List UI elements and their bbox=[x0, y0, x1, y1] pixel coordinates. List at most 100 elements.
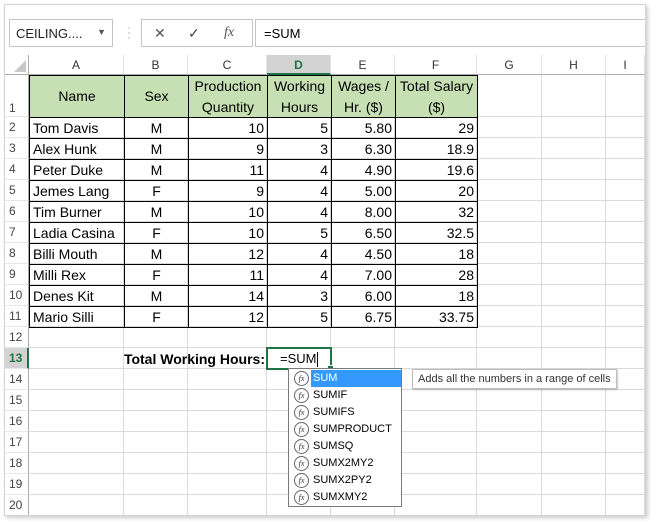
name-cell[interactable]: Jemes Lang bbox=[29, 180, 125, 202]
row-header-1[interactable]: 1 bbox=[5, 75, 29, 117]
autocomplete-list[interactable]: fx SUM fx SUMIF fx SUMIFS fx SUMPRODUCT fx SUMSQ f… bbox=[288, 368, 402, 507]
autocomplete-item-sumsq[interactable]: fx SUMSQ bbox=[290, 438, 400, 455]
grid-cell[interactable] bbox=[542, 411, 606, 432]
data-cell[interactable]: 11 bbox=[188, 264, 268, 286]
grid-cell[interactable] bbox=[606, 474, 645, 495]
grid-cell[interactable] bbox=[542, 138, 606, 159]
grid-cell[interactable] bbox=[477, 138, 542, 159]
grid-cell[interactable] bbox=[124, 495, 188, 515]
row-header-17[interactable]: 17 bbox=[5, 432, 29, 453]
grid-cell[interactable] bbox=[124, 411, 188, 432]
grid-cell[interactable] bbox=[606, 306, 645, 327]
data-cell[interactable]: M bbox=[124, 201, 189, 223]
formula-bar-input[interactable]: =SUM bbox=[255, 19, 645, 47]
column-header-d[interactable]: D bbox=[267, 55, 331, 75]
table-header-cell[interactable]: Wages / Hr. ($) bbox=[331, 75, 396, 118]
grid-cell[interactable] bbox=[124, 453, 188, 474]
grid-cell[interactable] bbox=[477, 201, 542, 222]
data-cell[interactable]: M bbox=[124, 117, 189, 139]
data-cell[interactable]: F bbox=[124, 306, 189, 328]
grid-cell[interactable] bbox=[29, 327, 124, 348]
name-cell[interactable]: Alex Hunk bbox=[29, 138, 125, 160]
row-header-10[interactable]: 10 bbox=[5, 285, 29, 306]
grid-cell[interactable] bbox=[29, 453, 124, 474]
grid-cell[interactable] bbox=[477, 285, 542, 306]
row-header-2[interactable]: 2 bbox=[5, 117, 29, 138]
grid-cell[interactable] bbox=[124, 327, 188, 348]
grid-cell[interactable] bbox=[188, 453, 267, 474]
grid-cell[interactable] bbox=[477, 390, 542, 411]
grid-cell[interactable] bbox=[542, 180, 606, 201]
data-cell[interactable]: 12 bbox=[188, 306, 268, 328]
data-cell[interactable]: 32.5 bbox=[395, 222, 478, 244]
data-cell[interactable]: 4 bbox=[267, 264, 332, 286]
data-cell[interactable]: F bbox=[124, 264, 189, 286]
grid-cell[interactable] bbox=[542, 348, 606, 369]
data-cell[interactable]: 4 bbox=[267, 243, 332, 265]
grid-cell[interactable] bbox=[606, 159, 645, 180]
data-cell[interactable]: 5 bbox=[267, 117, 332, 139]
row-header-4[interactable]: 4 bbox=[5, 159, 29, 180]
data-cell[interactable]: M bbox=[124, 138, 189, 160]
grid-cell[interactable] bbox=[542, 432, 606, 453]
grid-cell[interactable] bbox=[477, 159, 542, 180]
name-cell[interactable]: Denes Kit bbox=[29, 285, 125, 307]
grid-cell[interactable] bbox=[477, 117, 542, 138]
column-header-b[interactable]: B bbox=[124, 55, 188, 75]
table-header-cell[interactable]: Production Quantity bbox=[188, 75, 268, 118]
row-header-11[interactable]: 11 bbox=[5, 306, 29, 327]
enter-check-icon[interactable]: ✓ bbox=[188, 25, 200, 42]
insert-function-icon[interactable]: fx bbox=[224, 25, 234, 41]
grid-cell[interactable] bbox=[606, 495, 645, 515]
row-header-8[interactable]: 8 bbox=[5, 243, 29, 264]
grid-cell[interactable] bbox=[124, 369, 188, 390]
grid-cell[interactable] bbox=[606, 453, 645, 474]
data-cell[interactable]: 6.50 bbox=[331, 222, 396, 244]
grid-cell[interactable] bbox=[606, 348, 645, 369]
row-header-5[interactable]: 5 bbox=[5, 180, 29, 201]
name-box[interactable]: CEILING.... ▼ bbox=[9, 19, 113, 47]
column-header-e[interactable]: E bbox=[331, 55, 395, 75]
cancel-icon[interactable]: ✕ bbox=[154, 25, 166, 42]
data-cell[interactable]: 5.80 bbox=[331, 117, 396, 139]
grid-cell[interactable] bbox=[29, 495, 124, 515]
row-header-3[interactable]: 3 bbox=[5, 138, 29, 159]
grid-cell[interactable] bbox=[606, 411, 645, 432]
data-cell[interactable]: F bbox=[124, 180, 189, 202]
grid-cell[interactable] bbox=[606, 138, 645, 159]
data-cell[interactable]: M bbox=[124, 285, 189, 307]
grid-cell[interactable] bbox=[331, 327, 395, 348]
name-cell[interactable]: Milli Rex bbox=[29, 264, 125, 286]
data-cell[interactable]: 9 bbox=[188, 180, 268, 202]
row-header-15[interactable]: 15 bbox=[5, 390, 29, 411]
autocomplete-item-sumif[interactable]: fx SUMIF bbox=[290, 387, 400, 404]
grid-cell[interactable] bbox=[542, 159, 606, 180]
data-cell[interactable]: 18 bbox=[395, 243, 478, 265]
grid-cell[interactable] bbox=[188, 411, 267, 432]
data-cell[interactable]: 10 bbox=[188, 201, 268, 223]
grid-cell[interactable] bbox=[477, 432, 542, 453]
grid-cell[interactable] bbox=[477, 222, 542, 243]
grid-cell[interactable] bbox=[477, 243, 542, 264]
grid-cell[interactable] bbox=[542, 264, 606, 285]
autocomplete-item-sum[interactable]: fx SUM bbox=[290, 370, 401, 387]
name-cell[interactable]: Peter Duke bbox=[29, 159, 125, 181]
grid-cell[interactable] bbox=[477, 306, 542, 327]
autocomplete-item-sumifs[interactable]: fx SUMIFS bbox=[290, 404, 400, 421]
name-cell[interactable]: Tom Davis bbox=[29, 117, 125, 139]
grid-cell[interactable] bbox=[542, 285, 606, 306]
data-cell[interactable]: 6.75 bbox=[331, 306, 396, 328]
grid-cell[interactable] bbox=[29, 432, 124, 453]
data-cell[interactable]: 11 bbox=[188, 159, 268, 181]
grid-cell[interactable] bbox=[477, 474, 542, 495]
grid-cell[interactable] bbox=[606, 390, 645, 411]
autocomplete-item-sumproduct[interactable]: fx SUMPRODUCT bbox=[290, 421, 400, 438]
row-header-12[interactable]: 12 bbox=[5, 327, 29, 348]
grid-cell[interactable] bbox=[606, 222, 645, 243]
column-header-h[interactable]: H bbox=[542, 55, 606, 75]
row-header-18[interactable]: 18 bbox=[5, 453, 29, 474]
data-cell[interactable]: 10 bbox=[188, 222, 268, 244]
column-header-g[interactable]: G bbox=[477, 55, 542, 75]
grid-cell[interactable] bbox=[477, 348, 542, 369]
grid-cell[interactable] bbox=[477, 180, 542, 201]
